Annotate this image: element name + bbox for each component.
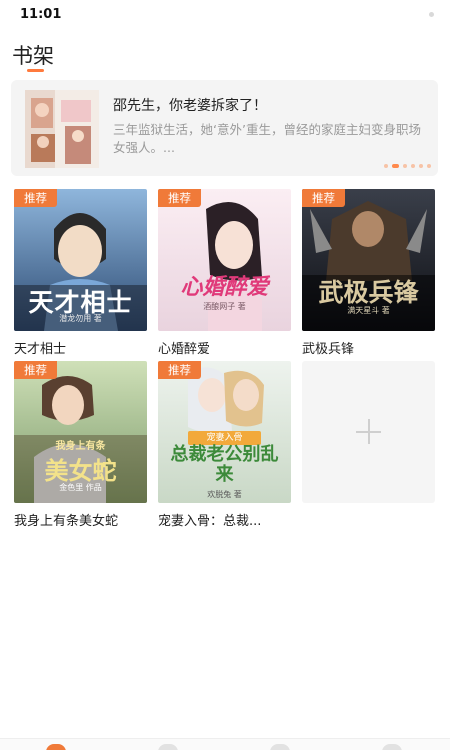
carousel-dot xyxy=(403,164,407,168)
book-title: 武极兵锋 xyxy=(302,342,355,357)
recommend-badge: 推荐 xyxy=(302,189,345,207)
status-indicator-icon xyxy=(429,12,434,17)
carousel-dot xyxy=(411,164,415,168)
featured-banner[interactable]: 邵先生，你老婆拆家了！ 三年监狱生活，她‘意外’重生，曾经的家庭主妇变身职场女强… xyxy=(11,80,438,176)
profile-icon[interactable] xyxy=(382,744,402,750)
add-book-button[interactable] xyxy=(302,361,435,503)
book-item[interactable]: 推荐 心婚醉爱 酒酿网子 著 心婚醉爱 xyxy=(158,189,291,357)
status-time: 11:01 xyxy=(20,7,62,22)
cover-title-text: 心婚醉爱 xyxy=(180,274,269,300)
recommend-badge: 推荐 xyxy=(158,189,201,207)
book-cover: 推荐 我身上有条 美女蛇 金色里 作品 xyxy=(14,361,147,503)
carousel-dot xyxy=(384,164,388,168)
cover-author-text: 满天星斗 著 xyxy=(347,306,390,315)
featured-book-title: 邵先生，你老婆拆家了！ xyxy=(113,98,267,114)
book-title: 心婚醉爱 xyxy=(158,342,211,357)
page-title: 书架 xyxy=(12,44,54,68)
cover-subtitle-text: 宠妻入骨 xyxy=(188,431,261,445)
book-cover: 推荐 宠妻入骨 总裁老公别乱来 欢脱兔 著 xyxy=(158,361,291,503)
cover-author-text: 金色里 作品 xyxy=(59,483,102,492)
plus-icon-vertical xyxy=(368,419,370,444)
cover-title-text: 武极兵锋 xyxy=(318,278,419,307)
recommend-badge: 推荐 xyxy=(158,361,201,379)
featured-book-cover xyxy=(25,90,99,168)
featured-book-description: 三年监狱生活，她‘意外’重生，曾经的家庭主妇变身职场女强人。... xyxy=(113,122,421,155)
carousel-dot xyxy=(427,164,431,168)
title-underline xyxy=(27,69,44,72)
book-item[interactable]: 推荐 武极兵锋 满天星斗 著 武极兵锋 xyxy=(302,189,435,357)
cover-author-text: 欢脱兔 著 xyxy=(207,490,242,499)
carousel-dot xyxy=(392,164,399,168)
book-item[interactable]: 推荐 宠妻入骨 总裁老公别乱来 欢脱兔 著 宠妻入骨：总裁... xyxy=(158,361,291,529)
bookshelf-icon[interactable] xyxy=(46,744,66,750)
carousel-indicator xyxy=(384,164,431,169)
book-cover: 推荐 心婚醉爱 酒酿网子 著 xyxy=(158,189,291,331)
book-cover: 推荐 武极兵锋 满天星斗 著 xyxy=(302,189,435,331)
book-item[interactable]: 推荐 天才相士 潜龙勿用 著 天才相士 xyxy=(14,189,147,357)
recommend-badge: 推荐 xyxy=(14,361,57,379)
carousel-dot xyxy=(419,164,423,168)
book-item[interactable]: 推荐 我身上有条 美女蛇 金色里 作品 我身上有条美女蛇 xyxy=(14,361,147,529)
cover-author-text: 潜龙勿用 著 xyxy=(59,314,102,323)
cover-subtitle-text: 我身上有条 xyxy=(55,441,106,452)
book-title: 宠妻入骨：总裁... xyxy=(158,514,262,529)
cover-title-text: 总裁老公别乱来 xyxy=(170,444,279,485)
status-bar: 11:01 xyxy=(0,0,450,30)
book-title: 天才相士 xyxy=(14,342,67,357)
category-icon[interactable] xyxy=(270,744,290,750)
cover-author-text: 酒酿网子 著 xyxy=(203,302,246,311)
book-cover: 推荐 天才相士 潜龙勿用 著 xyxy=(14,189,147,331)
recommend-badge: 推荐 xyxy=(14,189,57,207)
book-title: 我身上有条美女蛇 xyxy=(14,514,119,529)
cover-title-text: 美女蛇 xyxy=(44,456,117,485)
bookstore-icon[interactable] xyxy=(158,744,178,750)
